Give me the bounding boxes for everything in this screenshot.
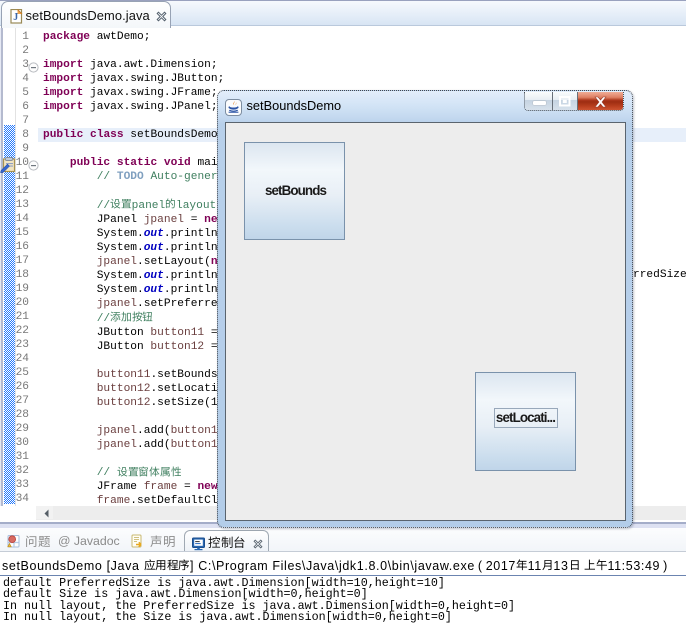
svg-text:J: J — [13, 12, 18, 23]
